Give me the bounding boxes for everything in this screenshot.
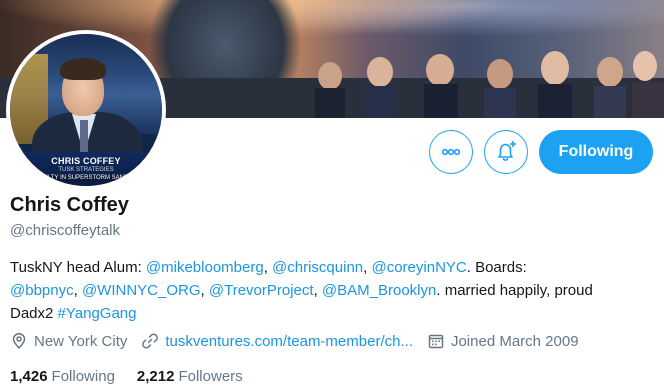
- following-label: Following: [51, 368, 115, 385]
- mention-link[interactable]: @mikebloomberg: [146, 259, 264, 276]
- followers-label: Followers: [178, 368, 243, 385]
- more-icon: [441, 148, 461, 156]
- profile-handle: @chriscoffeytalk: [10, 222, 120, 239]
- website-item[interactable]: tuskventures.com/team-member/ch...: [141, 332, 413, 350]
- avatar-caption-name: CHRIS COFFEY: [51, 156, 121, 166]
- avatar-hair: [60, 58, 106, 80]
- bio-text: ,: [200, 282, 209, 299]
- mention-link[interactable]: @TrevorProject: [209, 282, 314, 299]
- bio-text: ,: [73, 282, 82, 299]
- mention-link[interactable]: @bbpnyc: [10, 282, 74, 299]
- notifications-button[interactable]: [484, 130, 528, 174]
- mention-link[interactable]: @coreyinNYC: [371, 259, 466, 276]
- following-count: 1,426: [10, 368, 48, 385]
- bio-text: ,: [313, 282, 322, 299]
- avatar-caption-org: TUSK STRATEGIES: [58, 167, 114, 173]
- mention-link[interactable]: @chriscquinn: [272, 259, 363, 276]
- location-pin-icon: [12, 333, 26, 350]
- more-options-button[interactable]: [429, 130, 473, 174]
- joined-item: Joined March 2009: [427, 332, 579, 350]
- hashtag-link[interactable]: #YangGang: [58, 305, 137, 322]
- joined-text: Joined March 2009: [450, 332, 579, 350]
- bio-text: ,: [263, 259, 273, 276]
- location-text: New York City: [34, 332, 128, 350]
- mention-link[interactable]: @WINNYC_ORG: [82, 282, 201, 299]
- bio-text: TuskNY head Alum:: [10, 259, 146, 276]
- calendar-icon: [428, 334, 444, 349]
- bell-add-icon: [498, 141, 516, 161]
- profile-name: Chris Coffey: [10, 194, 129, 216]
- mention-link[interactable]: @BAM_Brooklyn: [322, 282, 436, 299]
- avatar-ticker: ULTY IN SUPERSTORM SAND: [10, 175, 162, 181]
- profile-bio: TuskNY head Alum: @mikebloomberg, @chris…: [10, 256, 660, 325]
- following-button[interactable]: Following: [539, 130, 653, 174]
- bio-text: . married happily, proud: [436, 282, 593, 299]
- profile-avatar[interactable]: CHRIS COFFEY TUSK STRATEGIES ULTY IN SUP…: [6, 30, 166, 190]
- followers-stat[interactable]: 2,212 Followers: [137, 368, 243, 385]
- avatar-lower-third: CHRIS COFFEY TUSK STRATEGIES ULTY IN SUP…: [10, 152, 162, 186]
- website-link[interactable]: tuskventures.com/team-member/ch...: [165, 333, 413, 350]
- bio-text: . Boards:: [466, 259, 527, 276]
- profile-meta: New York City tuskventures.com/team-memb…: [10, 332, 593, 350]
- avatar-tie: [80, 120, 88, 154]
- location-item: New York City: [10, 332, 127, 350]
- following-stat[interactable]: 1,426 Following: [10, 368, 115, 385]
- link-icon: [142, 333, 159, 349]
- followers-count: 2,212: [136, 368, 175, 385]
- bio-text: Dadx2: [10, 305, 58, 322]
- avatar-photo: CHRIS COFFEY TUSK STRATEGIES ULTY IN SUP…: [10, 34, 162, 186]
- profile-stats: 1,426 Following 2,212 Followers: [10, 368, 265, 385]
